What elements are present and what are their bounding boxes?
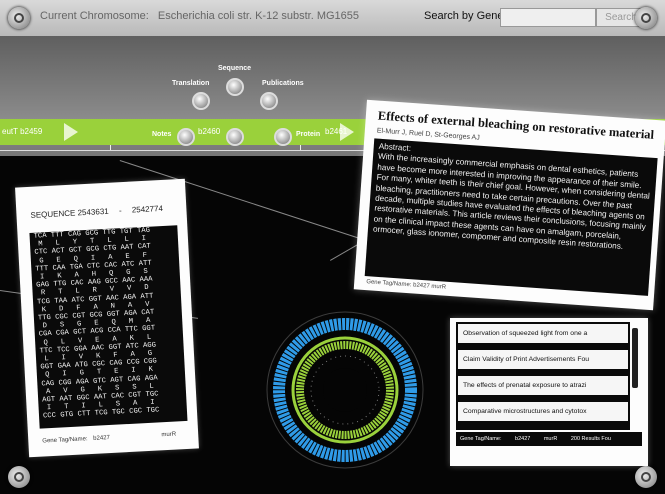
publications-orb-icon[interactable] xyxy=(260,92,278,110)
results-footer-name: murR xyxy=(543,436,558,442)
footer-tag: b2427 xyxy=(93,435,111,442)
sequence-orb-icon[interactable] xyxy=(226,78,244,96)
result-item[interactable]: Claim Validity of Print Advertisements F… xyxy=(458,350,628,369)
menu-label-publications: Publications xyxy=(262,80,304,87)
menu-label-translation: Translation xyxy=(172,80,210,87)
chromosome-value[interactable]: Escherichia coli str. K-12 substr. MG165… xyxy=(158,10,359,22)
publication-abstract-panel[interactable]: Effects of external bleaching on restora… xyxy=(353,99,665,311)
results-count: 200 Results Fou xyxy=(570,436,611,442)
protein-orb-icon[interactable] xyxy=(274,128,292,146)
gene-search-input[interactable] xyxy=(500,8,596,27)
genome-browser: Current Chromosome: Escherichia coli str… xyxy=(0,0,665,494)
results-scrollbar[interactable] xyxy=(632,328,638,388)
results-footer: Gene Tag/Name: b2427 murR 200 Results Fo… xyxy=(456,432,642,446)
chromosome-label-text: Current Chromosome: xyxy=(40,10,149,22)
results-list: Observation of squeezed light from one a… xyxy=(456,322,630,430)
gene-label-right[interactable]: b2461 xyxy=(325,127,347,136)
ring-center xyxy=(323,368,367,412)
search-label: Search by Gene xyxy=(424,10,504,22)
sequence-end: 2542774 xyxy=(131,203,164,215)
sequence-title: SEQUENCE 2543631 - 2542774 xyxy=(30,204,163,220)
results-footer-label: Gene Tag/Name: xyxy=(460,436,502,442)
sequence-start: 2543631 xyxy=(77,206,109,218)
corner-orb-icon[interactable] xyxy=(635,7,657,29)
chromosome-label: Current Chromosome: Escherichia coli str… xyxy=(40,10,359,22)
publication-results-panel[interactable]: Observation of squeezed light from one a… xyxy=(450,318,648,466)
result-item[interactable]: The effects of prenatal exposure to atra… xyxy=(458,376,628,395)
results-footer-tag: b2427 xyxy=(515,436,531,442)
footer-name: murR xyxy=(161,431,177,439)
sequence-panel[interactable]: SEQUENCE 2543631 - 2542774 TCA TTT CAG G… xyxy=(15,178,199,458)
top-bar: Current Chromosome: Escherichia coli str… xyxy=(0,0,665,37)
footer-label: Gene Tag/Name: xyxy=(42,436,88,445)
menu-label-protein: Protein xyxy=(296,131,321,138)
sequence-text[interactable]: TCA TTT CAG GCG TTG TGT TAG M L Y T L L … xyxy=(29,225,188,429)
notes-orb-icon[interactable] xyxy=(177,128,195,146)
corner-orb-icon[interactable] xyxy=(635,466,657,488)
gene-arrow-icon xyxy=(64,123,78,141)
abstract-body: With the increasingly commercial emphasi… xyxy=(372,152,651,252)
result-item[interactable]: Comparative microstructures and cytotox xyxy=(458,402,628,421)
corner-orb-icon[interactable] xyxy=(8,7,30,29)
gene-label-left[interactable]: eutT b2459 xyxy=(2,127,42,136)
translation-orb-icon[interactable] xyxy=(192,92,210,110)
sequence-footer: Gene Tag/Name: b2427 murR xyxy=(42,429,226,445)
result-item[interactable]: Observation of squeezed light from one a xyxy=(458,324,628,343)
center-orb-icon[interactable] xyxy=(226,128,244,146)
menu-label-sequence: Sequence xyxy=(218,65,252,72)
sequence-separator: - xyxy=(118,206,122,216)
abstract-box: Abstract: With the increasingly commerci… xyxy=(364,138,658,296)
circular-genome-map[interactable] xyxy=(245,300,445,480)
sequence-title-prefix: SEQUENCE xyxy=(30,208,76,220)
gene-label-center[interactable]: b2460 xyxy=(198,127,220,136)
corner-orb-icon[interactable] xyxy=(8,466,30,488)
menu-label-notes: Notes xyxy=(152,131,172,138)
